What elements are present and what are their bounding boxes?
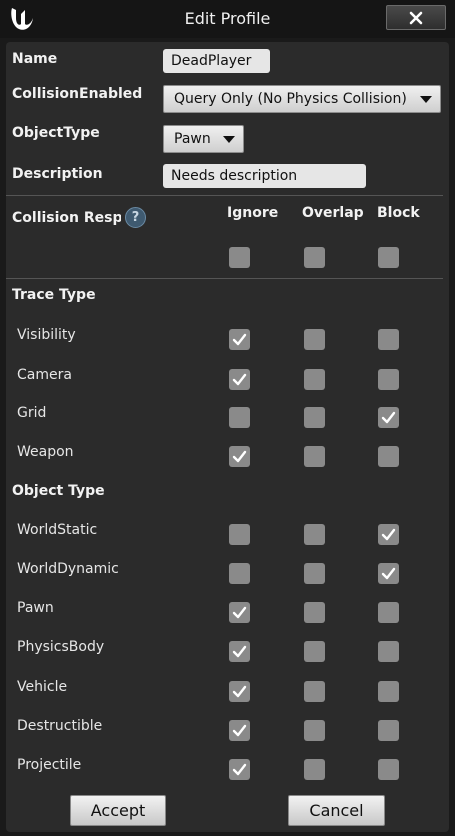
checkmark-icon (381, 528, 396, 541)
row-label-worlddynamic: WorldDynamic (17, 561, 119, 577)
row-label-weapon: Weapon (17, 444, 74, 460)
object-type-label: ObjectType (12, 125, 100, 141)
worlddynamic-ignore-checkbox[interactable] (229, 563, 250, 584)
projectile-block-checkbox[interactable] (378, 759, 399, 780)
chevron-down-icon (223, 136, 235, 143)
weapon-ignore-checkbox[interactable] (229, 446, 250, 467)
cancel-button[interactable]: Cancel (288, 795, 385, 826)
vehicle-ignore-checkbox[interactable] (229, 681, 250, 702)
profile-panel (6, 42, 449, 832)
row-label-pawn: Pawn (17, 600, 54, 616)
worlddynamic-block-checkbox[interactable] (378, 563, 399, 584)
worldstatic-overlap-checkbox[interactable] (304, 524, 325, 545)
camera-overlap-checkbox[interactable] (304, 369, 325, 390)
row-label-visibility: Visibility (17, 327, 76, 343)
divider (6, 278, 443, 279)
column-header-block: Block (377, 205, 420, 221)
checkmark-icon (232, 645, 247, 658)
collision-enabled-dropdown[interactable]: Query Only (No Physics Collision) (163, 85, 441, 113)
grid-overlap-checkbox[interactable] (304, 407, 325, 428)
row-label-vehicle: Vehicle (17, 679, 68, 695)
checkmark-icon (381, 411, 396, 424)
destructible-ignore-checkbox[interactable] (229, 720, 250, 741)
row-label-physicsbody: PhysicsBody (17, 639, 105, 655)
trace-type-heading: Trace Type (12, 287, 96, 303)
column-header-ignore: Ignore (227, 205, 279, 221)
worlddynamic-overlap-checkbox[interactable] (304, 563, 325, 584)
checkmark-icon (232, 724, 247, 737)
checkmark-icon (232, 333, 247, 346)
row-label-worldstatic: WorldStatic (17, 522, 98, 538)
close-button[interactable] (386, 5, 446, 30)
weapon-overlap-checkbox[interactable] (304, 446, 325, 467)
row-label-projectile: Projectile (17, 757, 82, 773)
vehicle-overlap-checkbox[interactable] (304, 681, 325, 702)
checkmark-icon (232, 763, 247, 776)
divider (6, 195, 443, 196)
vehicle-block-checkbox[interactable] (378, 681, 399, 702)
destructible-block-checkbox[interactable] (378, 720, 399, 741)
checkmark-icon (232, 450, 247, 463)
checkmark-icon (232, 685, 247, 698)
checkmark-icon (381, 567, 396, 580)
description-field[interactable]: Needs description (163, 164, 366, 188)
collision-enabled-value: Query Only (No Physics Collision) (174, 91, 407, 107)
checkmark-icon (232, 606, 247, 619)
camera-ignore-checkbox[interactable] (229, 369, 250, 390)
row-label-camera: Camera (17, 367, 72, 383)
visibility-block-checkbox[interactable] (378, 329, 399, 350)
title-bar: Edit Profile (0, 0, 455, 38)
row-label-destructible: Destructible (17, 718, 103, 734)
description-label: Description (12, 166, 103, 182)
name-field[interactable]: DeadPlayer (163, 49, 270, 73)
pawn-block-checkbox[interactable] (378, 602, 399, 623)
close-icon (409, 11, 423, 24)
destructible-overlap-checkbox[interactable] (304, 720, 325, 741)
worldstatic-ignore-checkbox[interactable] (229, 524, 250, 545)
all-block-checkbox[interactable] (378, 247, 399, 268)
physicsbody-ignore-checkbox[interactable] (229, 641, 250, 662)
pawn-ignore-checkbox[interactable] (229, 602, 250, 623)
all-overlap-checkbox[interactable] (304, 247, 325, 268)
camera-block-checkbox[interactable] (378, 369, 399, 390)
all-ignore-checkbox[interactable] (229, 247, 250, 268)
row-label-grid: Grid (17, 405, 47, 421)
worldstatic-block-checkbox[interactable] (378, 524, 399, 545)
grid-ignore-checkbox[interactable] (229, 407, 250, 428)
collision-responses-label: Collision Resp (12, 210, 121, 226)
column-header-overlap: Overlap (302, 205, 364, 221)
weapon-block-checkbox[interactable] (378, 446, 399, 467)
collision-enabled-label: CollisionEnabled (12, 86, 143, 102)
object-type-value: Pawn (174, 131, 211, 147)
physicsbody-overlap-checkbox[interactable] (304, 641, 325, 662)
checkmark-icon (232, 373, 247, 386)
projectile-ignore-checkbox[interactable] (229, 759, 250, 780)
object-type-heading: Object Type (12, 483, 105, 499)
visibility-ignore-checkbox[interactable] (229, 329, 250, 350)
chevron-down-icon (420, 96, 432, 103)
projectile-overlap-checkbox[interactable] (304, 759, 325, 780)
visibility-overlap-checkbox[interactable] (304, 329, 325, 350)
physicsbody-block-checkbox[interactable] (378, 641, 399, 662)
object-type-dropdown[interactable]: Pawn (163, 125, 244, 153)
accept-button[interactable]: Accept (70, 795, 166, 826)
pawn-overlap-checkbox[interactable] (304, 602, 325, 623)
help-icon[interactable]: ? (125, 207, 146, 228)
name-label: Name (12, 51, 58, 67)
grid-block-checkbox[interactable] (378, 407, 399, 428)
